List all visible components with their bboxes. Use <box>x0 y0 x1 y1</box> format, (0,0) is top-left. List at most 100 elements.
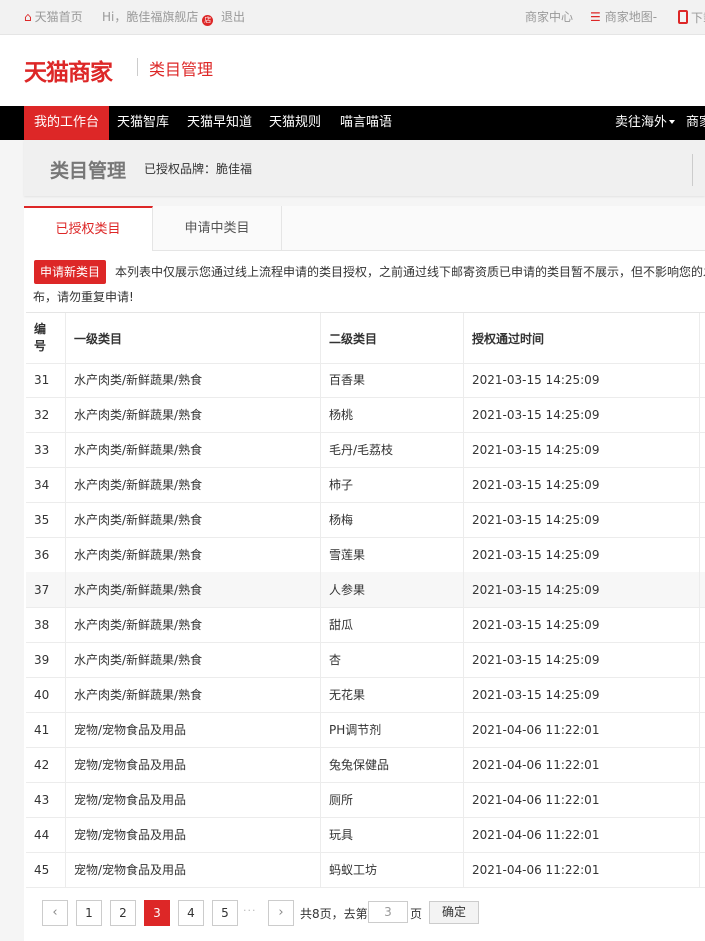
cell-time: 2021-04-06 11:22:01 <box>464 852 700 887</box>
cell-index: 32 <box>26 397 66 432</box>
page-3-button[interactable]: 3 <box>144 900 170 926</box>
table-row: 42 宠物/宠物食品及用品 兔兔保健品 2021-04-06 11:22:01 <box>26 747 705 783</box>
table-row: 36 水产肉类/新鲜蔬果/熟食 雪莲果 2021-03-15 14:25:09 <box>26 537 705 573</box>
cell-time: 2021-03-15 14:25:09 <box>464 572 700 607</box>
apply-new-category-button[interactable]: 申请新类目 <box>34 260 107 284</box>
nav-item-merchant[interactable]: 商家 <box>686 106 705 140</box>
page-4-button[interactable]: 4 <box>178 900 204 926</box>
cell-level2: 杨梅 <box>321 502 464 537</box>
goto-page-input[interactable] <box>368 901 408 923</box>
download-link[interactable]: 下载 <box>678 10 705 25</box>
table-row: 44 宠物/宠物食品及用品 玩具 2021-04-06 11:22:01 <box>26 817 705 853</box>
nav-item-overseas[interactable]: 卖往海外 <box>615 106 676 140</box>
cell-index: 39 <box>26 642 66 677</box>
table-row: 34 水产肉类/新鲜蔬果/熟食 柿子 2021-03-15 14:25:09 <box>26 467 705 503</box>
site-header: 天猫商家 类目管理 <box>0 35 705 106</box>
next-page-button[interactable]: › <box>268 900 294 926</box>
cell-index: 43 <box>26 782 66 817</box>
tab-authorized[interactable]: 已授权类目 <box>24 206 153 251</box>
cell-level2: 柿子 <box>321 467 464 502</box>
cell-index: 33 <box>26 432 66 467</box>
cell-level2: 甜瓜 <box>321 607 464 642</box>
merchant-center-link[interactable]: 商家中心 <box>525 10 573 24</box>
nav-item-think-tank[interactable]: 天猫智库 <box>117 106 169 140</box>
chevron-right-icon: › <box>278 905 284 920</box>
cell-level1: 水产肉类/新鲜蔬果/熟食 <box>66 397 321 432</box>
cell-index: 44 <box>26 817 66 852</box>
header-time: 授权通过时间 <box>464 313 700 363</box>
merchant-map-link[interactable]: ☰ 商家地图- <box>590 10 657 24</box>
greeting-link[interactable]: Hi，脆佳福旗舰店 店 <box>102 10 214 26</box>
cell-level1: 水产肉类/新鲜蔬果/熟食 <box>66 572 321 607</box>
cell-index: 45 <box>26 852 66 887</box>
cell-level2: 杨桃 <box>321 397 464 432</box>
nav-item-rules[interactable]: 天猫规则 <box>269 106 321 140</box>
tab-pending[interactable]: 申请中类目 <box>153 206 282 250</box>
page-2-button[interactable]: 2 <box>110 900 136 926</box>
cell-time: 2021-03-15 14:25:09 <box>464 432 700 467</box>
cell-index: 37 <box>26 572 66 607</box>
tmall-merchant-logo[interactable]: 天猫商家 <box>24 53 113 87</box>
chevron-left-icon: ‹ <box>52 905 58 920</box>
table-header-row: 编号 一级类目 二级类目 授权通过时间 <box>26 312 705 364</box>
table-row: 31 水产肉类/新鲜蔬果/熟食 百香果 2021-03-15 14:25:09 <box>26 362 705 398</box>
table-row: 38 水产肉类/新鲜蔬果/熟食 甜瓜 2021-03-15 14:25:09 <box>26 607 705 643</box>
page-5-button[interactable]: 5 <box>212 900 238 926</box>
cell-level1: 水产肉类/新鲜蔬果/熟食 <box>66 432 321 467</box>
cell-level1: 宠物/宠物食品及用品 <box>66 852 321 887</box>
prev-page-button[interactable]: ‹ <box>42 900 68 926</box>
cell-time: 2021-03-15 14:25:09 <box>464 677 700 712</box>
tab-bar: 已授权类目 申请中类目 <box>24 206 705 251</box>
cell-level1: 水产肉类/新鲜蔬果/熟食 <box>66 467 321 502</box>
cell-level2: PH调节剂 <box>321 712 464 747</box>
cell-level2: 无花果 <box>321 677 464 712</box>
cell-index: 41 <box>26 712 66 747</box>
authorized-brand: 已授权品牌：脆佳福 <box>144 162 253 176</box>
cell-index: 38 <box>26 607 66 642</box>
cell-index: 36 <box>26 537 66 572</box>
logout-link[interactable]: 退出 <box>221 10 245 24</box>
cell-index: 40 <box>26 677 66 712</box>
cell-level1: 水产肉类/新鲜蔬果/熟食 <box>66 677 321 712</box>
cell-level2: 玩具 <box>321 817 464 852</box>
header-level1: 一级类目 <box>66 313 321 363</box>
cell-index: 35 <box>26 502 66 537</box>
header-index: 编号 <box>26 313 66 363</box>
cell-level1: 水产肉类/新鲜蔬果/熟食 <box>66 362 321 397</box>
cell-level1: 水产肉类/新鲜蔬果/熟食 <box>66 502 321 537</box>
nav-item-early-know[interactable]: 天猫早知道 <box>187 106 252 140</box>
top-utility-bar: ⌂天猫首页 Hi，脆佳福旗舰店 店 退出 商家中心 ☰商家地图- 下载 <box>0 0 705 35</box>
cell-level1: 水产肉类/新鲜蔬果/熟食 <box>66 537 321 572</box>
confirm-goto-button[interactable]: 确定 <box>429 901 479 924</box>
cell-time: 2021-04-06 11:22:01 <box>464 817 700 852</box>
table-row: 37 水产肉类/新鲜蔬果/熟食 人参果 2021-03-15 14:25:09 <box>26 572 705 608</box>
cell-level1: 水产肉类/新鲜蔬果/熟食 <box>66 607 321 642</box>
page-1-button[interactable]: 1 <box>76 900 102 926</box>
main-nav: 我的工作台 天猫智库 天猫早知道 天猫规则 喵言喵语 卖往海外 商家 <box>0 106 705 140</box>
page-suffix-text: 页 <box>410 907 423 921</box>
table-row: 33 水产肉类/新鲜蔬果/熟食 毛丹/毛荔枝 2021-03-15 14:25:09 <box>26 432 705 468</box>
page-title: 类目管理 <box>50 160 127 182</box>
cell-time: 2021-03-15 14:25:09 <box>464 642 700 677</box>
nav-item-workbench[interactable]: 我的工作台 <box>24 106 110 140</box>
header-page-title: 类目管理 <box>149 60 214 79</box>
table-row: 39 水产肉类/新鲜蔬果/熟食杏 2021-03-15 14:25:09 <box>26 642 705 678</box>
header-level2: 二级类目 <box>321 313 464 363</box>
home-link[interactable]: ⌂ 天猫首页 <box>24 10 83 24</box>
cell-time: 2021-03-15 14:25:09 <box>464 397 700 432</box>
cell-index: 31 <box>26 362 66 397</box>
notice-text-continued: 布，请勿重复申请! <box>33 290 134 304</box>
header-divider <box>137 58 138 76</box>
cell-time: 2021-03-15 14:25:09 <box>464 362 700 397</box>
cell-level1: 宠物/宠物食品及用品 <box>66 712 321 747</box>
home-icon: ⌂ <box>24 10 32 24</box>
cell-time: 2021-03-15 14:25:09 <box>464 467 700 502</box>
cell-time: 2021-03-15 14:25:09 <box>464 502 700 537</box>
cell-level2: 厕所 <box>321 782 464 817</box>
cell-index: 42 <box>26 747 66 782</box>
cell-time: 2021-04-06 11:22:01 <box>464 782 700 817</box>
nav-item-miaoyan[interactable]: 喵言喵语 <box>340 106 392 140</box>
cell-time: 2021-04-06 11:22:01 <box>464 712 700 747</box>
cell-time: 2021-04-06 11:22:01 <box>464 747 700 782</box>
table-row: 40 水产肉类/新鲜蔬果/熟食 无花果 2021-03-15 14:25:09 <box>26 677 705 713</box>
